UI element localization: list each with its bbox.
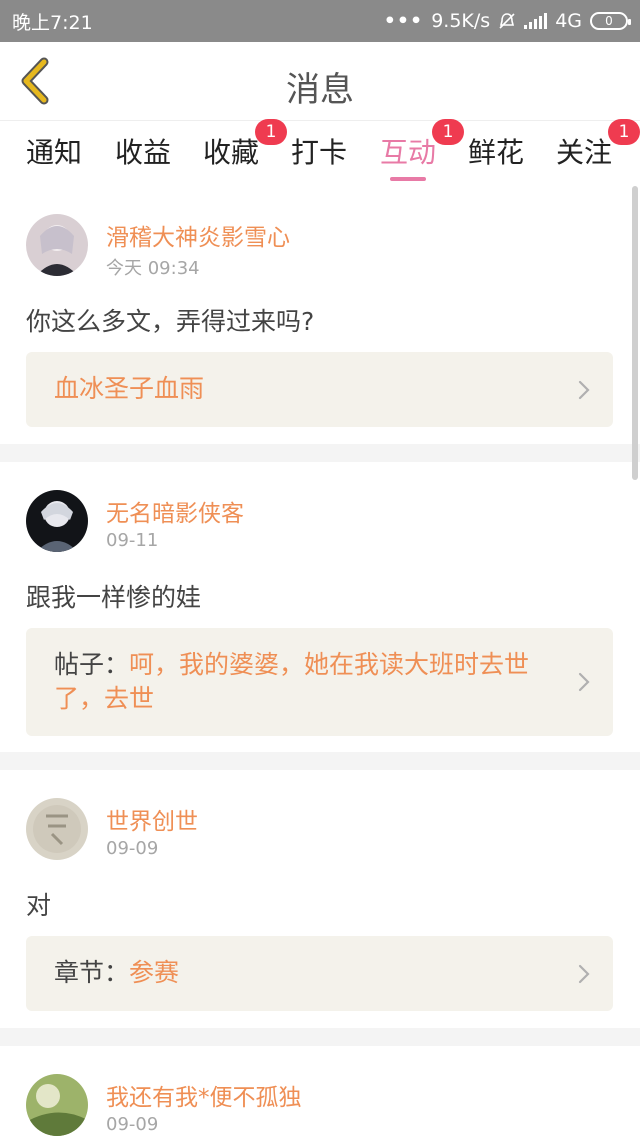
tab-label: 收藏 [203,136,260,169]
message-card: 我还有我*便不孤独 09-09 [0,1046,640,1138]
unread-badge: 1 [432,119,464,145]
unread-badge: 1 [255,119,287,145]
tab-checkin[interactable]: 打卡 [291,131,347,171]
tab-label: 关注 [556,136,613,169]
tab-bar: 通知 收益 收藏 1 打卡 互动 1 鲜花 关注 1 [0,119,640,186]
tab-label: 通知 [26,136,83,169]
status-bar: 晚上7:21 ••• 9.5K/s 4G 0 [0,0,640,42]
timestamp: 09-09 [106,1114,159,1135]
chevron-right-icon [578,672,590,692]
message-card: 滑稽大神炎影雪心 今天 09:34 你这么多文，弄得过来吗? 血冰圣子血雨 [0,186,640,444]
tab-earnings[interactable]: 收益 [115,131,171,171]
reference-label: 帖子： [54,650,130,679]
username[interactable]: 无名暗影侠客 [106,494,244,528]
message-card: 世界创世 09-09 对 章节：参赛 [0,770,640,1028]
mute-icon [499,13,515,29]
message-list[interactable]: 滑稽大神炎影雪心 今天 09:34 你这么多文，弄得过来吗? 血冰圣子血雨 无名… [0,186,640,1138]
tab-label: 鲜花 [468,136,525,169]
reference-text: 帖子：呵，我的婆婆，她在我读大班时去世了，去世 [54,648,561,716]
tab-label: 互动 [380,136,437,169]
status-dots: ••• [383,10,424,32]
tab-favorites[interactable]: 收藏 1 [203,119,287,171]
reference-title: 血冰圣子血雨 [54,374,205,403]
username[interactable]: 我还有我*便不孤独 [106,1078,302,1112]
comment-text: 你这么多文，弄得过来吗? [26,307,315,336]
signal-icon [524,13,548,29]
reference-card[interactable]: 血冰圣子血雨 [26,352,613,427]
page-title: 消息 [286,70,354,110]
battery-level: 0 [605,14,613,28]
timestamp: 09-11 [106,530,159,551]
reference-label: 章节： [54,958,130,987]
network-type: 4G [555,10,582,32]
reference-text: 章节：参赛 [54,956,561,990]
avatar[interactable] [26,798,88,860]
battery-icon: 0 [590,12,631,30]
reference-card[interactable]: 帖子：呵，我的婆婆，她在我读大班时去世了，去世 [26,628,613,736]
username[interactable]: 世界创世 [106,802,198,836]
reference-title: 参赛 [129,958,180,987]
avatar[interactable] [26,214,88,276]
tab-flowers[interactable]: 鲜花 [468,131,524,171]
avatar[interactable] [26,490,88,552]
reference-card[interactable]: 章节：参赛 [26,936,613,1011]
comment-text: 跟我一样惨的娃 [26,583,202,612]
timestamp: 今天 09:34 [106,258,200,279]
username[interactable]: 滑稽大神炎影雪心 [106,218,290,252]
unread-badge: 1 [608,119,640,145]
comment-text: 对 [26,891,52,920]
tab-interactions[interactable]: 互动 1 [380,119,464,181]
avatar[interactable] [26,1074,88,1136]
tab-following[interactable]: 关注 1 [556,119,640,171]
status-time: 晚上7:21 [12,11,93,34]
tab-label: 打卡 [291,136,348,169]
message-card: 无名暗影侠客 09-11 跟我一样惨的娃 帖子：呵，我的婆婆，她在我读大班时去世… [0,462,640,752]
scrollbar[interactable] [632,186,638,480]
timestamp: 09-09 [106,838,159,859]
tab-label: 收益 [115,136,172,169]
active-tab-indicator [390,177,426,181]
chevron-right-icon [578,964,590,984]
chevron-right-icon [578,380,590,400]
network-speed: 9.5K/s [431,10,491,32]
header: 消息 [0,42,640,120]
reference-text: 血冰圣子血雨 [54,372,561,406]
tab-notifications[interactable]: 通知 [26,131,82,171]
